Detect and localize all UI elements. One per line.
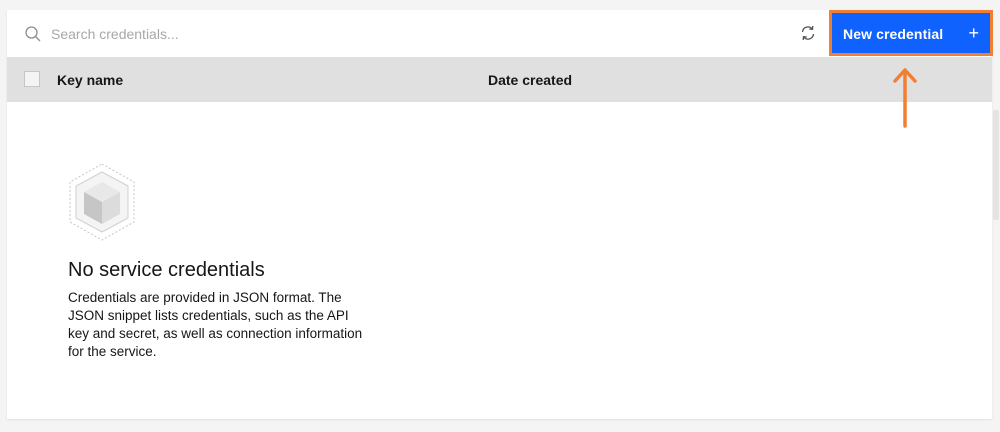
toolbar: New credential + xyxy=(7,10,993,57)
search-icon xyxy=(25,26,41,42)
column-header-key-name[interactable]: Key name xyxy=(57,72,123,88)
cube-icon xyxy=(69,163,135,241)
arrow-up-icon xyxy=(893,68,917,128)
select-all-checkbox[interactable] xyxy=(24,71,40,87)
new-credential-label: New credential xyxy=(843,26,944,42)
plus-icon: + xyxy=(968,23,979,43)
column-header-date-created[interactable]: Date created xyxy=(488,72,572,88)
scrollbar-thumb[interactable] xyxy=(993,110,999,220)
credentials-panel: New credential + Key name Date created N… xyxy=(7,10,993,419)
empty-state-title: No service credentials xyxy=(68,259,265,281)
new-credential-button[interactable]: New credential + xyxy=(829,10,993,56)
refresh-icon[interactable] xyxy=(799,24,817,42)
empty-state-description: Credentials are provided in JSON format.… xyxy=(68,290,363,359)
table-header: Key name Date created xyxy=(7,57,992,102)
search-input[interactable] xyxy=(51,20,751,48)
